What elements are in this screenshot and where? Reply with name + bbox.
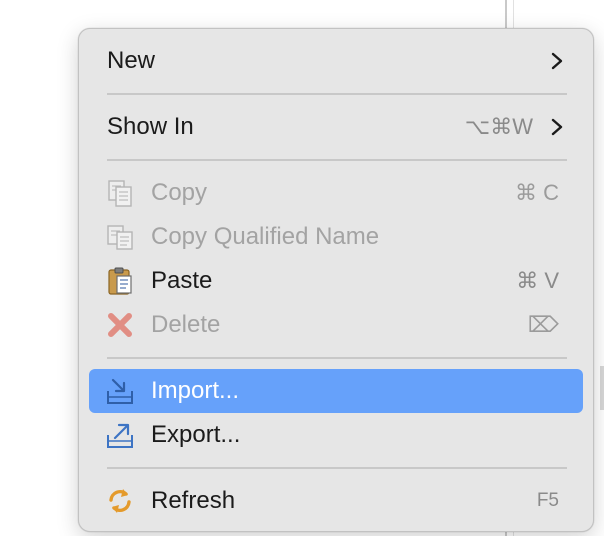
- menu-item-label: Copy Qualified Name: [151, 223, 380, 250]
- menu-separator: [107, 93, 567, 95]
- menu-item-shortcut: ⌦: [527, 312, 559, 337]
- menu-item-label: Delete: [151, 311, 221, 338]
- menu-item-export[interactable]: Export...: [89, 413, 583, 457]
- menu-item-shortcut: F5: [536, 490, 559, 511]
- chevron-right-icon: [551, 118, 563, 136]
- menu-item-shortcut: ⌘ C: [515, 180, 559, 205]
- menu-item-label: Paste: [151, 267, 213, 294]
- menu-item-label: Export...: [151, 421, 241, 448]
- import-tray-icon: [107, 378, 133, 404]
- clipboard-icon: [108, 267, 132, 295]
- delete-x-icon: [108, 313, 132, 337]
- chevron-right-icon: [551, 52, 563, 70]
- menu-item-show-in[interactable]: Show In ⌥⌘W: [89, 105, 583, 149]
- menu-item-label: Copy: [151, 179, 208, 206]
- background-panel-edge: [600, 366, 604, 410]
- menu-item-label: New: [107, 47, 156, 74]
- menu-item-shortcut: ⌘ V: [516, 268, 559, 293]
- menu-item-label: Show In: [107, 113, 194, 140]
- menu-separator: [107, 467, 567, 469]
- menu-separator: [107, 159, 567, 161]
- menu-item-label: Refresh: [151, 487, 236, 514]
- menu-item-label: Import...: [151, 377, 240, 404]
- menu-item-refresh[interactable]: Refresh F5: [89, 479, 583, 523]
- menu-item-shortcut: ⌥⌘W: [464, 114, 533, 139]
- refresh-arrows-icon: [109, 489, 131, 513]
- copy-qualified-name-icon: [107, 225, 133, 250]
- menu-item-delete[interactable]: Delete ⌦: [89, 303, 583, 347]
- menu-item-copy[interactable]: Copy ⌘ C: [89, 171, 583, 215]
- menu-item-import[interactable]: Import...: [89, 369, 583, 413]
- copy-icon: [108, 180, 132, 207]
- menu-separator: [107, 357, 567, 359]
- menu-item-copy-qualified-name[interactable]: Copy Qualified Name: [89, 215, 583, 259]
- export-tray-icon: [107, 423, 133, 448]
- menu-item-paste[interactable]: Paste ⌘ V: [89, 259, 583, 303]
- context-menu: New Show In ⌥⌘W Copy ⌘ C Copy Qualified …: [78, 28, 594, 532]
- menu-item-new[interactable]: New: [89, 39, 583, 83]
